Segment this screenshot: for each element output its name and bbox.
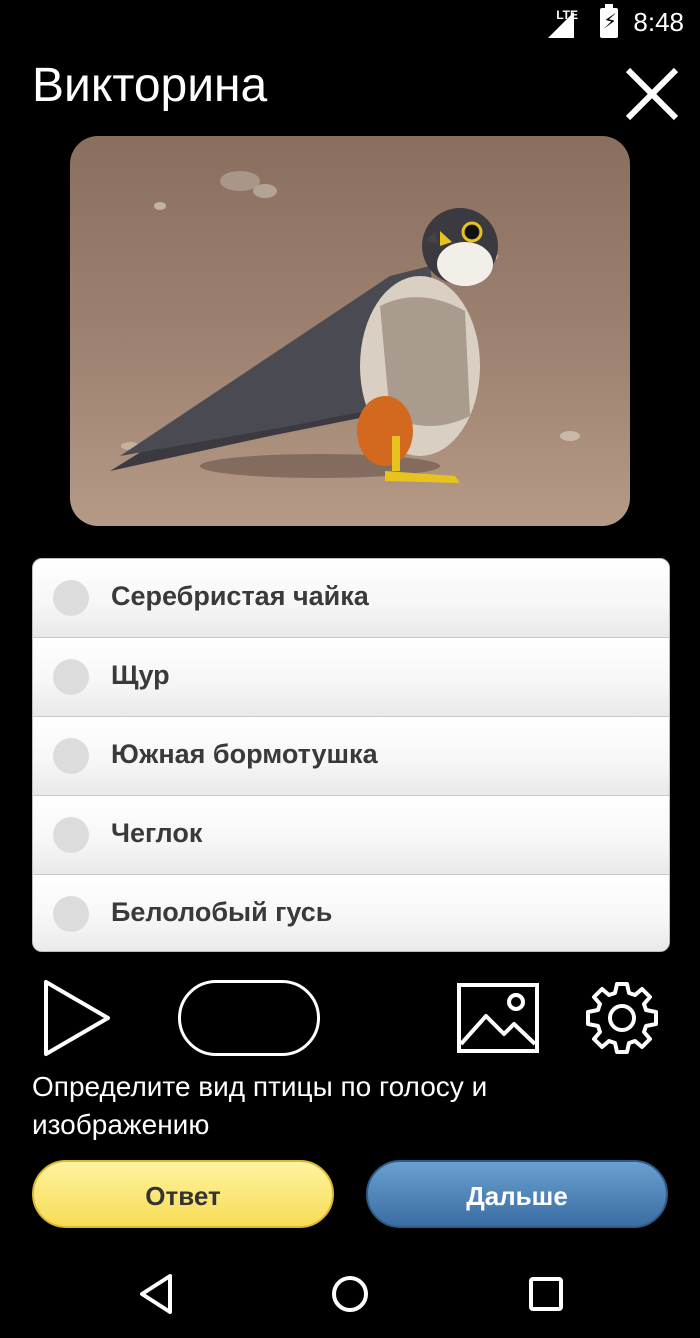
next-button[interactable]: Дальше	[366, 1160, 668, 1228]
answer-options-list: Серебристая чайка Щур Южная бормотушка Ч…	[32, 558, 670, 952]
recents-button[interactable]	[526, 1272, 566, 1321]
answer-option-label: Южная бормотушка	[111, 739, 378, 769]
close-icon	[625, 67, 679, 121]
home-icon	[332, 1276, 368, 1312]
hint-text: Определите вид птицы по голосу и изображ…	[32, 1071, 488, 1140]
answer-option[interactable]: Чеглок	[33, 796, 669, 875]
settings-button[interactable]	[584, 980, 660, 1056]
back-icon	[140, 1274, 172, 1314]
answer-option-label: Белолобый гусь	[111, 897, 333, 927]
answer-option-label: Серебристая чайка	[111, 581, 369, 611]
answer-option-label: Чеглок	[111, 818, 203, 848]
answer-option[interactable]: Белолобый гусь	[33, 875, 669, 951]
page-title: Викторина	[32, 59, 268, 112]
bird-photo	[70, 136, 630, 526]
signal-icon	[548, 12, 574, 38]
close-button[interactable]	[624, 66, 680, 122]
answer-option[interactable]: Щур	[33, 638, 669, 717]
audio-progress-toggle[interactable]	[178, 980, 320, 1056]
image-icon	[457, 983, 539, 1053]
image-button[interactable]	[456, 982, 540, 1054]
radio-button[interactable]	[53, 659, 89, 695]
answer-button[interactable]: Ответ	[32, 1160, 334, 1228]
status-time: 8:48	[633, 7, 684, 37]
radio-button[interactable]	[53, 817, 89, 853]
answer-option[interactable]: Южная бормотушка	[33, 717, 669, 796]
radio-button[interactable]	[53, 580, 89, 616]
home-button[interactable]	[330, 1272, 370, 1321]
answer-option-label: Щур	[111, 660, 170, 690]
radio-button[interactable]	[53, 738, 89, 774]
radio-button[interactable]	[53, 896, 89, 932]
answer-option[interactable]: Серебристая чайка	[33, 559, 669, 638]
gear-icon	[586, 982, 658, 1054]
system-nav-bar	[0, 1252, 700, 1338]
play-button[interactable]	[40, 978, 114, 1058]
back-button[interactable]	[136, 1272, 176, 1321]
battery-charging-icon: ⚡	[600, 4, 618, 38]
recents-icon	[529, 1277, 563, 1311]
status-bar: LTE ⚡ 8:48	[0, 0, 700, 48]
play-icon	[44, 980, 110, 1056]
